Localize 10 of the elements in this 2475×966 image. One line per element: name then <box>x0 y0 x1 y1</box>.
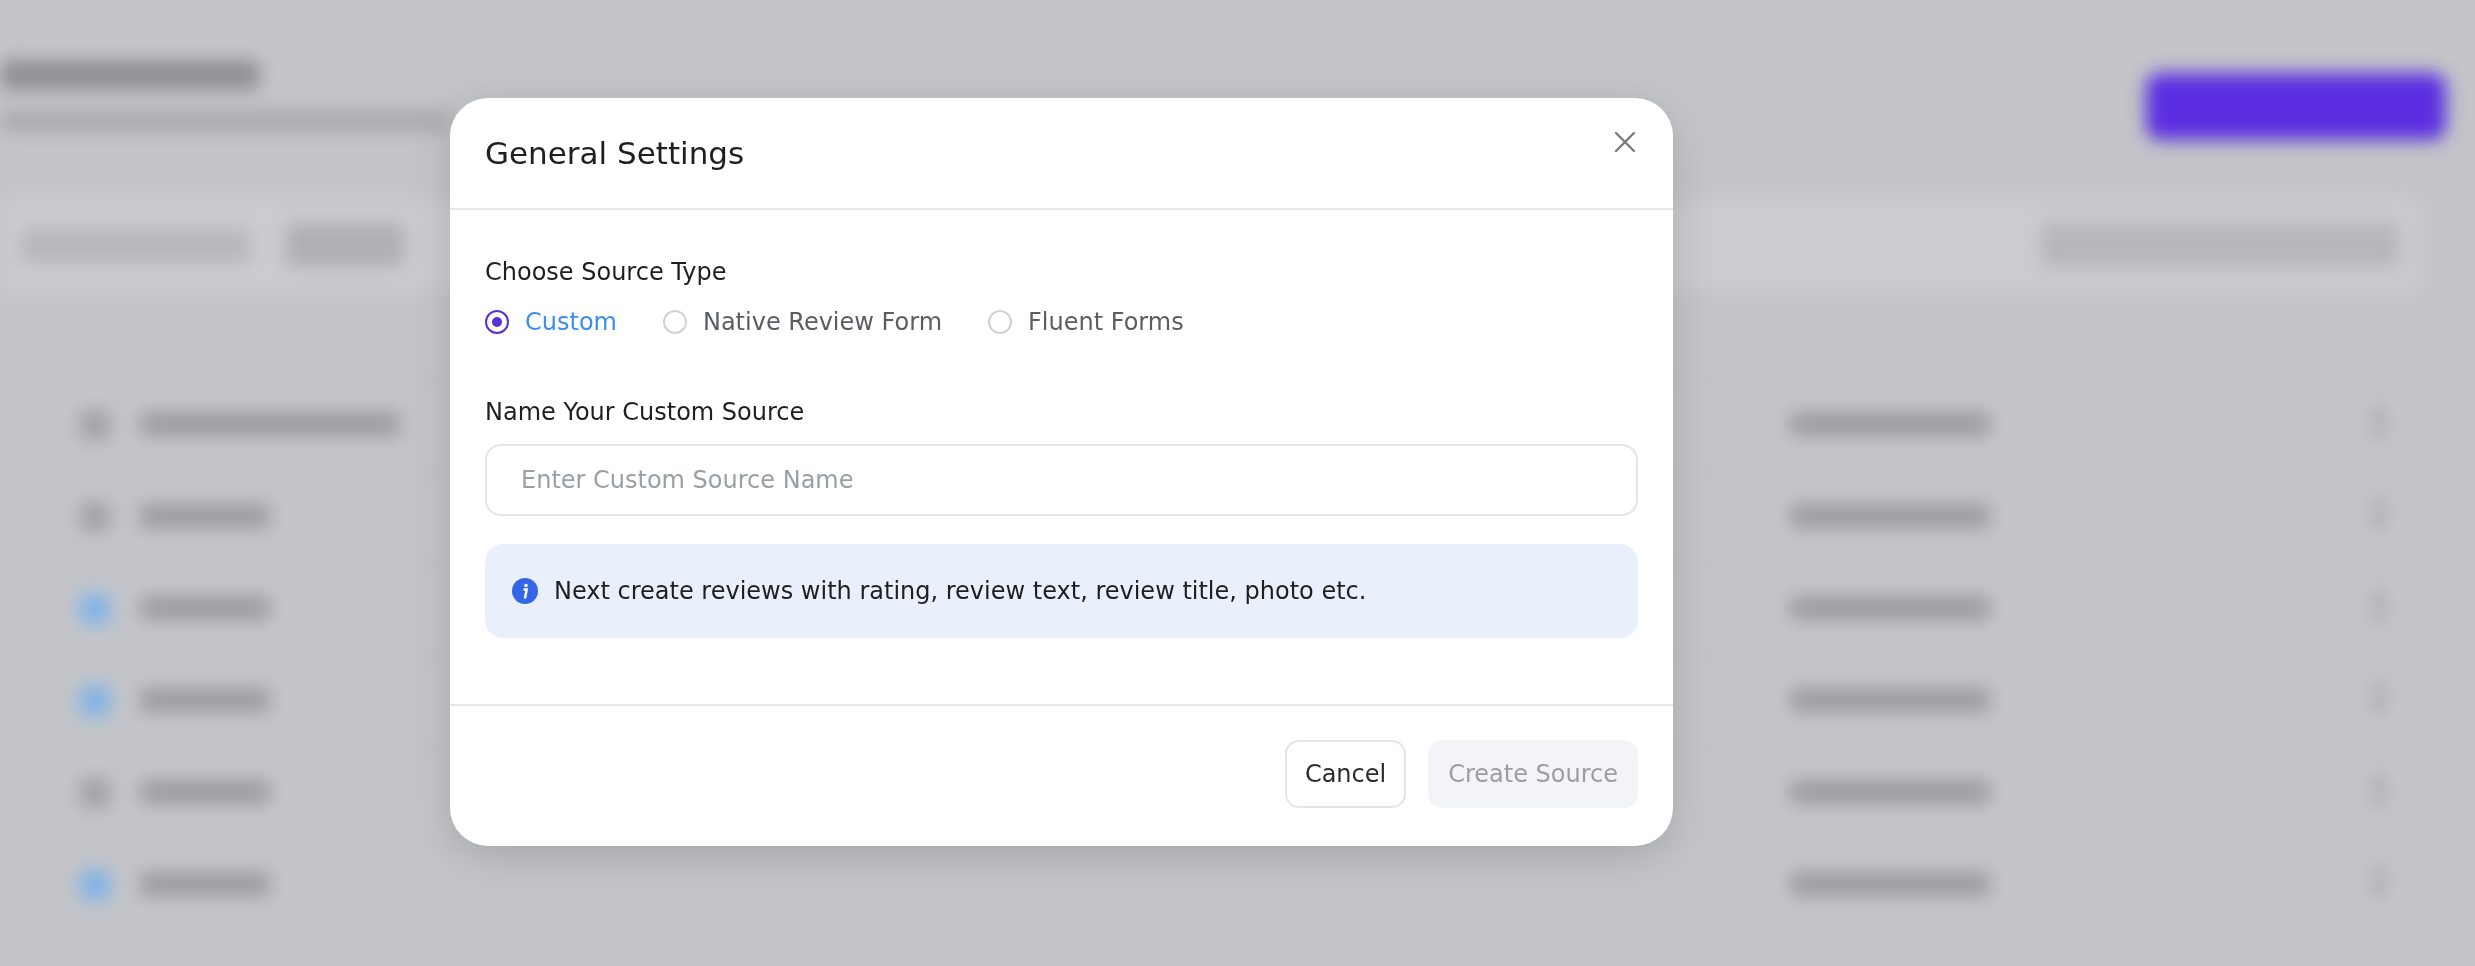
field-label: Name Your Custom Source <box>485 398 806 426</box>
radio-option[interactable]: Fluent Forms <box>988 308 1184 336</box>
info-icon <box>512 578 538 604</box>
radio-option[interactable]: Native Review Form <box>662 308 942 336</box>
info-text: Next create reviews with rating, review text, review title, photo etc. <box>554 577 1367 605</box>
dialog-title: General Settings <box>485 135 745 171</box>
cancel-button[interactable]: Cancel <box>1284 740 1407 808</box>
input-field[interactable]: Enter Custom Source Name <box>485 444 1638 516</box>
field-label: Choose Source Type <box>485 258 728 286</box>
radio-option[interactable]: Custom <box>485 308 617 336</box>
